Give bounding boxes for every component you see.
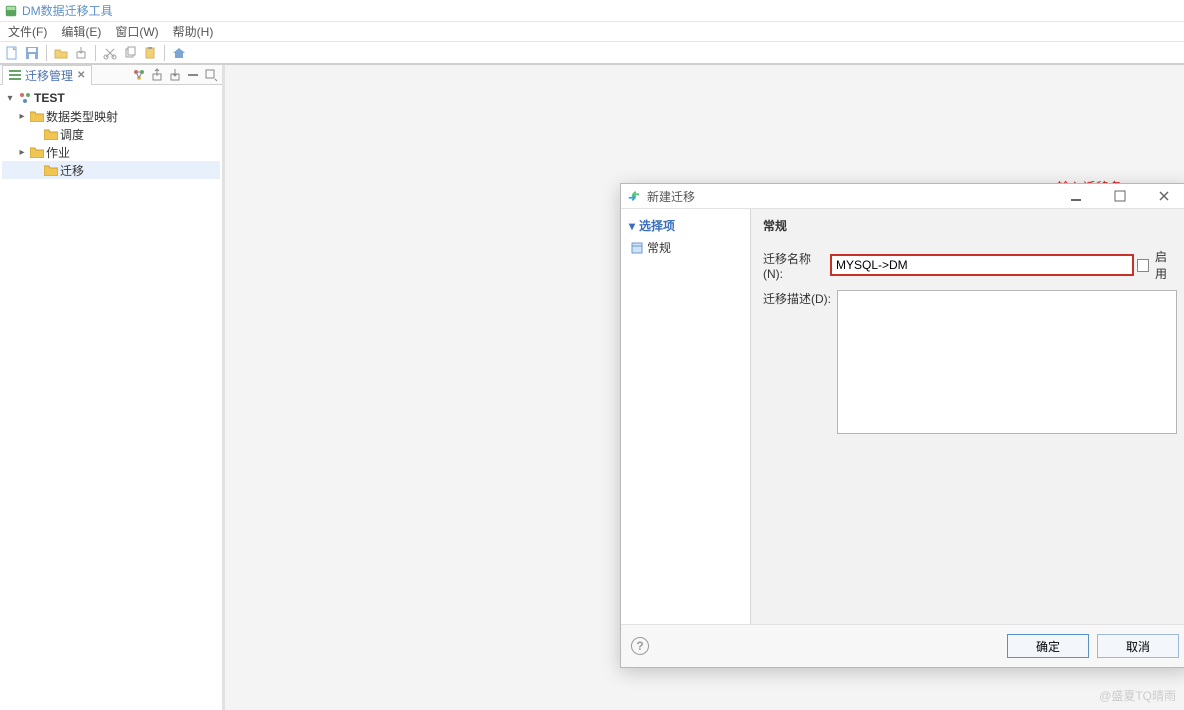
toolbar-sep: [46, 45, 47, 61]
toolbar: [0, 42, 1184, 64]
desc-label: 迁移描述(D):: [763, 290, 833, 307]
folder-icon: [30, 110, 44, 122]
tree-linked-icon[interactable]: [132, 68, 146, 82]
menu-dropdown-icon[interactable]: [204, 68, 218, 82]
list-icon: [9, 69, 21, 81]
dialog-body: 选择项 常规 常规 迁移名称(N): 启用 迁移描述(: [621, 208, 1184, 625]
close-icon[interactable]: ✕: [77, 70, 85, 81]
content-area: 输入迁移名 新建迁移: [225, 65, 1184, 710]
menu-bar: 文件(F) 编辑(E) 窗口(W) 帮助(H): [0, 22, 1184, 42]
cut-icon[interactable]: [102, 45, 118, 61]
folder-open-icon[interactable]: [53, 45, 69, 61]
tree-node-mapping[interactable]: ▸ 数据类型映射: [2, 107, 220, 125]
expander-icon[interactable]: ▾: [4, 93, 16, 104]
save-icon[interactable]: [24, 45, 40, 61]
panel-tab-migration-mgmt[interactable]: 迁移管理 ✕: [2, 65, 92, 85]
folder-icon: [30, 146, 44, 158]
title-bar: DM数据迁移工具: [0, 0, 1184, 22]
dialog-footer: ? 确定 取消: [621, 625, 1184, 667]
folder-icon: [44, 164, 58, 176]
panel-tabbar: 迁移管理 ✕: [0, 65, 222, 85]
copy-icon[interactable]: [122, 45, 138, 61]
tree-node-job[interactable]: ▸ 作业: [2, 143, 220, 161]
import-icon[interactable]: [73, 45, 89, 61]
expander-icon[interactable]: ▸: [16, 111, 28, 122]
tree-label: TEST: [34, 91, 65, 105]
menu-edit[interactable]: 编辑(E): [55, 22, 107, 41]
import-icon[interactable]: [168, 68, 182, 82]
project-icon: [18, 91, 32, 105]
tree-label: 数据类型映射: [46, 108, 118, 125]
dialog-title: 新建迁移: [647, 188, 1051, 205]
tree-label: 调度: [60, 126, 84, 143]
app-icon: [4, 4, 18, 18]
minimize-button[interactable]: [1057, 186, 1095, 206]
project-tree: ▾ TEST ▸ 数据类型映射 调度 ▸ 作业 迁: [0, 85, 222, 183]
maximize-button[interactable]: [1101, 186, 1139, 206]
watermark: @盛夏TQ晴雨: [1099, 687, 1176, 704]
sidebar-panel: 迁移管理 ✕ ▾ TEST ▸ 数据类型映射: [0, 65, 225, 710]
expander-icon[interactable]: ▸: [16, 147, 28, 158]
dialog-nav-item-label: 常规: [647, 239, 671, 256]
menu-file[interactable]: 文件(F): [2, 22, 53, 41]
sheet-icon: [631, 242, 643, 254]
panel-tab-label: 迁移管理: [25, 67, 73, 84]
name-label: 迁移名称(N):: [763, 250, 827, 281]
main: 迁移管理 ✕ ▾ TEST ▸ 数据类型映射: [0, 64, 1184, 710]
dialog-section-title: 常规: [763, 217, 1177, 240]
minimize-icon[interactable]: [186, 68, 200, 82]
tree-label: 作业: [46, 144, 70, 161]
export-icon[interactable]: [150, 68, 164, 82]
dialog-nav-heading[interactable]: 选择项: [629, 215, 742, 238]
new-migration-dialog: 新建迁移 选择项 常规: [620, 183, 1184, 668]
close-button[interactable]: [1145, 186, 1183, 206]
menu-window[interactable]: 窗口(W): [109, 22, 164, 41]
migration-icon: [627, 189, 641, 203]
dialog-content: 常规 迁移名称(N): 启用 迁移描述(D):: [751, 209, 1184, 624]
tree-root-test[interactable]: ▾ TEST: [2, 89, 220, 107]
tree-label: 迁移: [60, 162, 84, 179]
cancel-button[interactable]: 取消: [1097, 634, 1179, 658]
migration-desc-textarea[interactable]: [837, 290, 1177, 434]
dialog-nav: 选择项 常规: [621, 209, 751, 624]
dialog-titlebar[interactable]: 新建迁移: [621, 184, 1184, 208]
toolbar-sep: [164, 45, 165, 61]
paste-icon[interactable]: [142, 45, 158, 61]
enable-checkbox[interactable]: [1137, 259, 1149, 272]
toolbar-sep: [95, 45, 96, 61]
tree-node-migration[interactable]: 迁移: [2, 161, 220, 179]
migration-name-input[interactable]: [831, 255, 1133, 275]
tree-node-schedule[interactable]: 调度: [2, 125, 220, 143]
dialog-nav-general[interactable]: 常规: [629, 238, 742, 257]
ok-button[interactable]: 确定: [1007, 634, 1089, 658]
menu-help[interactable]: 帮助(H): [167, 22, 220, 41]
folder-icon: [44, 128, 58, 140]
new-icon[interactable]: [4, 45, 20, 61]
home-icon[interactable]: [171, 45, 187, 61]
enable-label: 启用: [1153, 248, 1177, 282]
help-icon[interactable]: ?: [631, 637, 649, 655]
app-title: DM数据迁移工具: [22, 2, 113, 19]
